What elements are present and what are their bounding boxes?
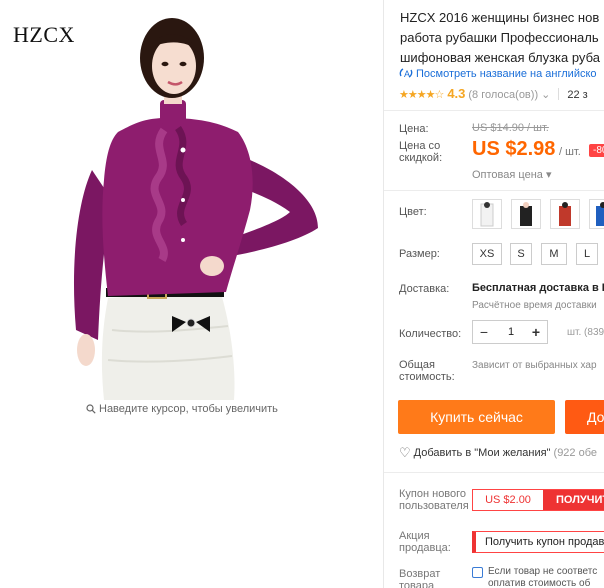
rating-votes-link[interactable]: (8 голоса(ов)) [468,89,538,101]
new-user-coupon-label: Купон нового пользователя [399,488,469,512]
discount-badge: -80 [589,144,604,157]
zoom-hint: Наведите курсор, чтобы увеличить [86,403,278,415]
total-label-line: Общая [399,359,435,371]
wishlist-text: Добавить в "Мои желания" [413,447,551,459]
size-option-xs[interactable]: XS [472,243,502,265]
return-label: Возврат товара [399,568,440,588]
product-image[interactable]: HZCX [0,0,382,400]
color-swatch-white[interactable] [472,199,502,229]
total-note: Зависит от выбранных хар [472,360,597,371]
coupon-label-line: Купон нового [399,488,467,500]
rating-stars: ★★★★☆ [399,89,444,101]
coupon-label-line: пользователя [399,500,469,512]
rating-score: 4.3 [447,86,466,101]
translate-icon: A [399,68,413,79]
coupon-amount: US $2.00 [485,494,531,506]
color-label: Цвет: [399,206,427,218]
get-coupon-button[interactable]: ПОЛУЧИТ [543,490,604,510]
swatch-image [520,202,532,226]
size-option-m[interactable]: M [541,243,567,265]
magnifier-icon [86,404,96,414]
promo-label-line: Акция [399,530,430,542]
swatch-image [596,202,604,226]
translate-link[interactable]: A Посмотреть название на английско [399,67,597,80]
quantity-increase-button[interactable]: + [525,321,547,343]
quantity-stepper: − 1 + [472,320,548,344]
rating-separator [558,88,560,100]
seller-coupon-button[interactable]: Получить купон продав [472,531,604,553]
size-label: Размер: [399,248,440,260]
discount-price-label: Цена со скидкой: [399,140,443,164]
promo-label-line: продавца: [399,542,451,554]
divider [384,110,604,111]
wholesale-price-toggle[interactable]: Оптовая цена ▾ [472,168,551,181]
product-title: HZCX 2016 женщины бизнес нов работа руба… [400,8,604,68]
color-swatch-red[interactable] [550,199,580,229]
total-label-line: стоимость: [399,371,455,383]
return-policy-icon [472,567,483,578]
divider [384,190,604,191]
price-label: Цена: [399,123,429,135]
heart-icon: ♡ [399,445,411,460]
return-label-line: Возврат [399,568,441,580]
rating-row: ★★★★☆ 4.3 (8 голоса(ов)) ⌄ 22 з [399,86,588,101]
discount-price: US $2.98 [472,138,556,160]
model-photo [73,18,318,400]
divider [384,472,604,473]
shipping-estimate: Расчётное время доставки [472,300,597,311]
return-policy-text: Если товар не соответс оплатив стоимость… [488,566,597,588]
quantity-label: Количество: [399,328,462,340]
old-price: US $14.90 / шт. [472,122,549,134]
brand-watermark: HZCX [13,22,75,47]
translate-link-text: Посмотреть название на английско [416,68,597,80]
swatch-image [559,202,571,226]
price-unit: / шт. [559,146,581,158]
shipping-method[interactable]: Бесплатная доставка в R [472,282,604,294]
svg-text:A: A [404,69,410,79]
quantity-decrease-button[interactable]: − [473,321,495,343]
chevron-down-icon[interactable]: ⌄ [541,89,550,101]
product-title-line: работа рубашки Профессиональ [400,30,599,45]
return-label-line: товара [399,580,435,588]
stock-available: шт. (839 [567,327,604,338]
buy-now-button[interactable]: Купить сейчас [398,400,555,434]
product-title-line: HZCX 2016 женщины бизнес нов [400,10,600,25]
color-swatch-blue[interactable] [589,199,604,229]
color-swatch-black[interactable] [511,199,541,229]
orders-count: 22 з [567,89,588,101]
product-title-line: шифоновая женская блузка руба [400,50,600,65]
return-policy-line: Если товар не соответс [488,566,598,577]
wishlist-link[interactable]: ♡ Добавить в "Мои желания" (922 обе [399,445,597,461]
product-details: HZCX 2016 женщины бизнес нов работа руба… [384,0,604,588]
swatch-image [480,202,494,227]
add-to-cart-button[interactable]: До [565,400,604,434]
quantity-input[interactable]: 1 [495,321,527,343]
shipping-label: Доставка: [399,283,450,295]
new-user-coupon: US $2.00 ПОЛУЧИТ [472,489,604,511]
size-option-s[interactable]: S [510,243,532,265]
size-option-l[interactable]: L [576,243,598,265]
zoom-hint-text: Наведите курсор, чтобы увеличить [99,403,278,415]
total-label: Общая стоимость: [399,359,455,383]
seller-promo-label: Акция продавца: [399,530,451,554]
return-policy-line: оплатив стоимость об [488,578,591,588]
wishlist-count: (922 обе [553,447,598,459]
